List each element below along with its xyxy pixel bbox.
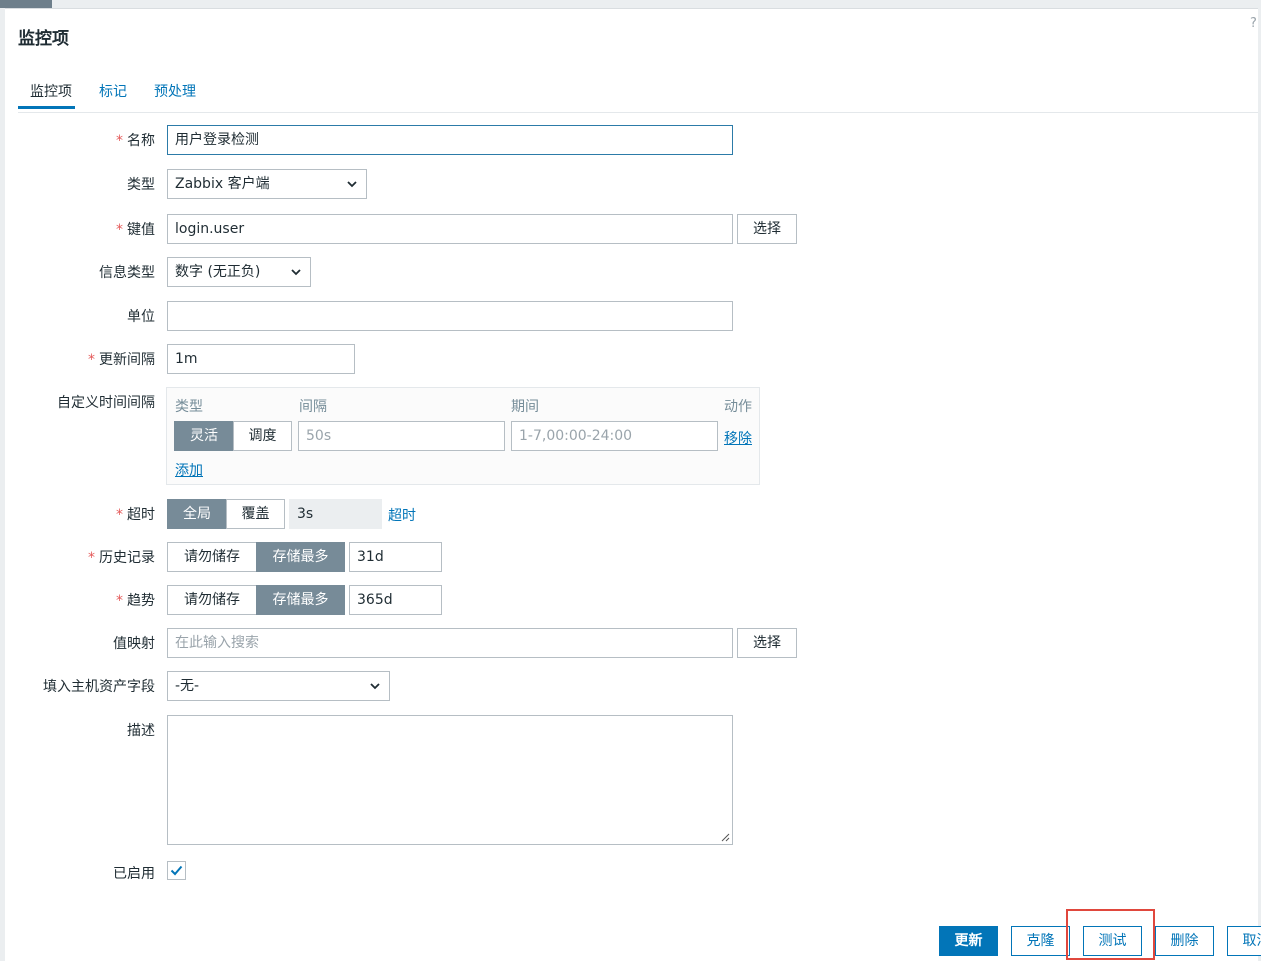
scheduling-toggle[interactable]: 调度 <box>233 421 292 451</box>
inventory-select-value: -无- <box>175 678 200 694</box>
flexible-toggle[interactable]: 灵活 <box>174 421 234 451</box>
left-edge <box>0 8 5 961</box>
top-bar <box>0 0 1261 9</box>
highlight-box <box>1066 909 1155 960</box>
units-input[interactable] <box>167 301 733 331</box>
timeout-global-toggle[interactable]: 全局 <box>167 499 227 529</box>
timeout-input: 3s <box>289 499 382 529</box>
column-action-header: 动作 <box>724 399 752 415</box>
history-input[interactable]: 31d <box>349 542 442 572</box>
trends-label: * 趋势 <box>116 593 155 609</box>
type-select[interactable]: Zabbix 客户端 <box>167 169 367 199</box>
update-interval-input[interactable]: 1m <box>167 344 355 374</box>
chevron-down-icon <box>370 683 380 690</box>
timeout-label: * 超时 <box>116 507 155 523</box>
description-textarea[interactable] <box>167 715 733 845</box>
trends-input[interactable]: 365d <box>349 585 442 615</box>
value-type-select[interactable]: 数字 (无正负) <box>167 257 311 287</box>
timeout-override-toggle[interactable]: 覆盖 <box>226 499 285 529</box>
timeout-link[interactable]: 超时 <box>388 505 416 525</box>
tabs-divider <box>18 112 1258 113</box>
value-type-label: 信息类型 <box>99 265 155 281</box>
key-input[interactable]: login.user <box>167 214 733 244</box>
enabled-checkbox[interactable] <box>167 861 186 880</box>
tab-tags[interactable]: 标记 <box>99 82 127 112</box>
top-bar-accent <box>0 0 52 8</box>
remove-link[interactable]: 移除 <box>724 428 752 448</box>
trends-do-not-store-toggle[interactable]: 请勿储存 <box>167 585 257 615</box>
type-label: 类型 <box>127 177 155 193</box>
chevron-down-icon <box>291 269 301 276</box>
column-period-header: 期间 <box>511 399 539 415</box>
check-icon <box>170 865 183 876</box>
inventory-select[interactable]: -无- <box>167 671 390 701</box>
inventory-label: 填入主机资产字段 <box>43 679 155 695</box>
valuemap-input[interactable]: 在此输入搜索 <box>167 628 733 658</box>
description-label: 描述 <box>127 723 155 739</box>
update-button[interactable]: 更新 <box>939 926 998 956</box>
key-label: * 键值 <box>116 222 155 238</box>
tab-item[interactable]: 监控项 <box>18 82 75 109</box>
history-label: * 历史记录 <box>88 550 155 566</box>
history-store-up-to-toggle[interactable]: 存储最多 <box>256 542 345 572</box>
valuemap-label: 值映射 <box>113 636 155 652</box>
custom-intervals-table: 类型 间隔 期间 动作 灵活 调度 50s 1-7,00:00-24:00 移除… <box>166 387 760 485</box>
help-icon[interactable]: ? <box>1250 16 1257 31</box>
resize-grip-icon[interactable] <box>721 833 730 842</box>
history-do-not-store-toggle[interactable]: 请勿储存 <box>167 542 257 572</box>
delete-button[interactable]: 删除 <box>1155 926 1214 956</box>
cancel-button-clip: 取消 <box>1227 926 1261 956</box>
chevron-down-icon <box>347 181 357 188</box>
add-link[interactable]: 添加 <box>175 460 203 480</box>
value-type-select-value: 数字 (无正负) <box>175 264 261 280</box>
valuemap-select-button[interactable]: 选择 <box>737 628 797 658</box>
enabled-label: 已启用 <box>113 866 155 882</box>
page-title: 监控项 <box>18 29 69 49</box>
units-label: 单位 <box>127 309 155 325</box>
interval-input[interactable]: 50s <box>298 421 505 451</box>
period-input[interactable]: 1-7,00:00-24:00 <box>511 421 718 451</box>
update-interval-label: * 更新间隔 <box>88 352 155 368</box>
column-type-header: 类型 <box>175 399 203 415</box>
cancel-button[interactable]: 取消 <box>1227 926 1261 956</box>
trends-store-up-to-toggle[interactable]: 存储最多 <box>256 585 345 615</box>
tab-preprocessing[interactable]: 预处理 <box>154 82 196 112</box>
name-input[interactable]: 用户登录检测 <box>167 125 733 155</box>
key-select-button[interactable]: 选择 <box>737 214 797 244</box>
custom-intervals-label: 自定义时间间隔 <box>57 395 155 411</box>
type-select-value: Zabbix 客户端 <box>175 176 270 192</box>
clone-button[interactable]: 克隆 <box>1011 926 1070 956</box>
name-label: * 名称 <box>116 133 155 149</box>
column-interval-header: 间隔 <box>299 399 327 415</box>
